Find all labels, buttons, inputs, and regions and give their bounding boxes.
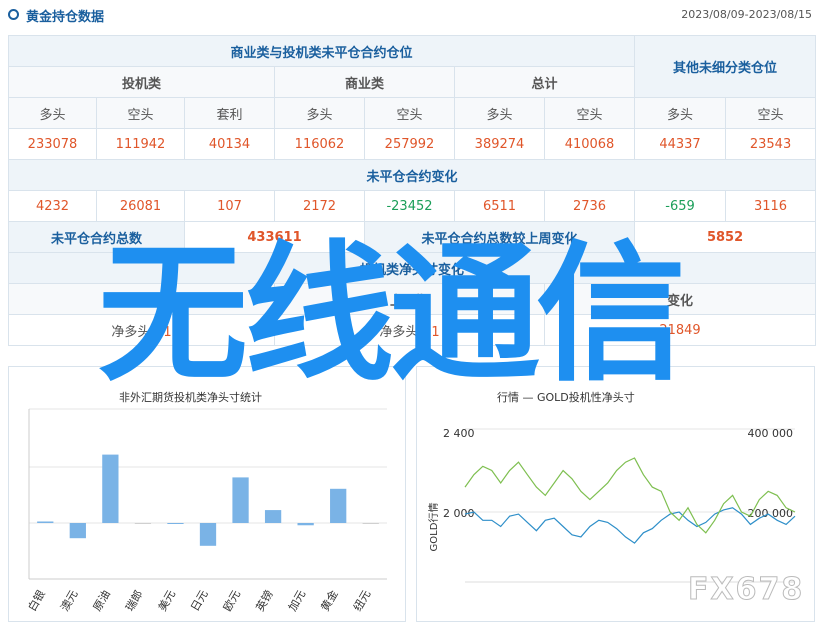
- x-tick-label: 加元: [286, 588, 308, 614]
- short-label: 空头: [364, 97, 455, 129]
- x-tick-label: 白银: [25, 588, 48, 614]
- x-tick-label: 日元: [188, 588, 210, 614]
- bar: [134, 523, 152, 524]
- bar: [232, 477, 249, 523]
- y-right-tick: 400 000: [748, 427, 794, 440]
- position-cell: 44337: [634, 128, 727, 160]
- change-cell: 4232: [8, 190, 97, 222]
- x-tick-label: 英镑: [253, 588, 276, 614]
- x-tick-label: 澳元: [58, 588, 80, 614]
- x-tick-label: 欧元: [221, 588, 243, 614]
- bar: [264, 510, 282, 523]
- x-tick-label: 黄金: [318, 588, 341, 614]
- position-cell: 116062: [274, 128, 365, 160]
- position-cell: 233078: [8, 128, 97, 160]
- short-label: 空头: [543, 97, 636, 129]
- y-axis-label: GOLD行情: [427, 503, 440, 552]
- bar: [69, 523, 86, 539]
- x-tick-label: 原油: [90, 588, 113, 614]
- long-label: 多头: [634, 97, 727, 129]
- position-cell: 389274: [454, 128, 545, 160]
- change-cell: 6511: [454, 190, 545, 222]
- spread-label: 套利: [184, 97, 275, 129]
- group-other-header: 其他未细分类仓位: [634, 35, 817, 98]
- group-noncommercial-header: 商业类与投机类未平仓合约仓位: [7, 35, 636, 67]
- x-tick-label: 瑞郎: [122, 588, 145, 614]
- position-cell: 111942: [96, 128, 185, 160]
- bar: [167, 523, 184, 524]
- change-cell: 2736: [543, 190, 636, 222]
- circle-icon: [8, 9, 19, 20]
- x-tick-label: 美元: [156, 588, 178, 614]
- speculative-header: 投机类: [8, 66, 275, 98]
- change-cell: 26081: [96, 190, 185, 222]
- left-chart-panel: 非外汇期货投机类净头寸统计 白银 澳元 原油 瑞郎 美元 日元 欧元 英镑 加元 黄金 纽元: [8, 366, 406, 622]
- bar: [199, 523, 217, 546]
- change-cell: -659: [634, 190, 727, 222]
- change-header: 未平仓合约变化: [7, 159, 817, 191]
- bar: [362, 523, 379, 524]
- long-label: 多头: [274, 97, 365, 129]
- long-label: 多头: [454, 97, 545, 129]
- position-cell: 410068: [543, 128, 636, 160]
- change-cell: 107: [184, 190, 275, 222]
- bar-chart: 白银 澳元 原油 瑞郎 美元 日元 欧元 英镑 加元 黄金 纽元: [25, 408, 387, 614]
- watermark-text: 无线通信: [98, 228, 686, 402]
- position-cell: 40134: [184, 128, 275, 160]
- change-cell: -23452: [364, 190, 455, 222]
- change-cell: 2172: [274, 190, 365, 222]
- page-title: 黄金持仓数据: [26, 10, 105, 25]
- page-header: 黄金持仓数据 2023/08/09-2023/08/15: [0, 0, 820, 30]
- x-tick-label: 纽元: [350, 588, 373, 614]
- short-label: 空头: [725, 97, 817, 129]
- position-cell: 257992: [364, 128, 455, 160]
- bar: [37, 521, 54, 523]
- commercial-header: 商业类: [274, 66, 455, 98]
- short-label: 空头: [96, 97, 185, 129]
- long-label: 多头: [8, 97, 97, 129]
- bar: [102, 454, 119, 523]
- fx678-logo: FX678: [687, 572, 805, 608]
- gold-price-line: [464, 507, 796, 544]
- gold-net-position-line: [464, 457, 796, 534]
- change-cell: 3116: [725, 190, 817, 222]
- bar: [297, 523, 314, 526]
- total-header: 总计: [453, 66, 636, 98]
- y-left-tick: 2 400: [443, 427, 475, 440]
- date-range: 2023/08/09-2023/08/15: [681, 8, 812, 21]
- position-cell: 23543: [725, 128, 817, 160]
- bar: [330, 488, 347, 523]
